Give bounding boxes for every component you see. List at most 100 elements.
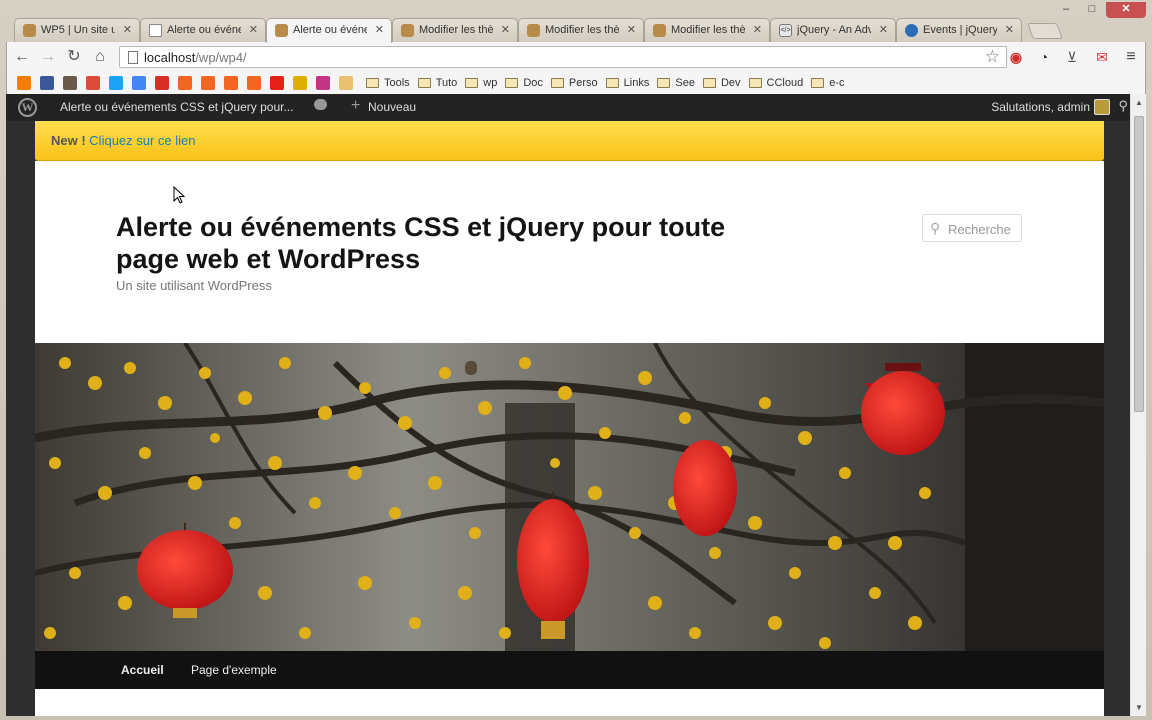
header-image bbox=[35, 343, 1104, 651]
bookmark-folder-label: Links bbox=[623, 77, 650, 89]
folder-icon bbox=[702, 78, 716, 88]
alert-bar: New ! Cliquez sur ce lien bbox=[35, 121, 1104, 161]
folder-icon bbox=[366, 78, 379, 88]
tab-label: WP5 | Un site uti bbox=[41, 24, 115, 36]
avatar[interactable] bbox=[1094, 99, 1110, 115]
close-tab-icon[interactable]: ✕ bbox=[627, 23, 636, 36]
rss-icon[interactable] bbox=[201, 76, 215, 90]
browser-tab[interactable]: Alerte ou événe ✕ bbox=[140, 18, 266, 42]
nav-item-accueil[interactable]: Accueil bbox=[121, 663, 164, 677]
google-plus-icon[interactable] bbox=[86, 76, 100, 90]
page-scrollbar[interactable]: ▲ ▼ bbox=[1130, 94, 1146, 716]
admin-bar-greeting[interactable]: Salutations, admin bbox=[991, 100, 1090, 114]
scroll-down-icon[interactable]: ▼ bbox=[1135, 703, 1143, 712]
bookmark-folder[interactable]: Perso bbox=[550, 77, 598, 89]
download-extension-icon[interactable]: ⊻ bbox=[1063, 48, 1081, 66]
main-navigation: Accueil Page d'exemple bbox=[35, 651, 1104, 689]
code-favicon-icon: </> bbox=[779, 24, 792, 37]
browser-tab[interactable]: WP5 | Un site uti ✕ bbox=[14, 18, 140, 42]
browser-tab[interactable]: Modifier les thè ✕ bbox=[518, 18, 644, 42]
close-tab-icon[interactable]: ✕ bbox=[753, 23, 762, 36]
close-window-button[interactable]: ✕ bbox=[1106, 2, 1146, 18]
bookmark-folder-label: Perso bbox=[568, 77, 598, 89]
browser-tab[interactable]: Events | jQuery ✕ bbox=[896, 18, 1022, 42]
alert-new-label: New ! bbox=[51, 133, 86, 148]
gmail-icon[interactable] bbox=[155, 76, 169, 90]
browser-tab[interactable]: Modifier les thè ✕ bbox=[644, 18, 770, 42]
translate-extension-icon[interactable]: ✉ bbox=[1093, 48, 1111, 66]
bookmark-folder-label: Tools bbox=[384, 77, 410, 89]
mouse-cursor-icon bbox=[173, 186, 185, 204]
wp-admin-bar: W Alerte ou événements CSS et jQuery pou… bbox=[6, 94, 1130, 121]
blogger-icon[interactable] bbox=[17, 76, 31, 90]
search-input[interactable]: ⚲ Recherche bbox=[922, 214, 1022, 242]
google-icon[interactable] bbox=[132, 76, 146, 90]
facebook-icon[interactable] bbox=[40, 76, 54, 90]
menu-icon[interactable]: ≡ bbox=[1122, 48, 1140, 66]
scroll-up-icon[interactable]: ▲ bbox=[1135, 98, 1143, 107]
new-tab-button[interactable] bbox=[1027, 23, 1063, 39]
wordpress-favicon-icon bbox=[275, 24, 288, 37]
youtube-icon[interactable] bbox=[270, 76, 284, 90]
back-arrow-icon[interactable]: ← bbox=[13, 48, 31, 66]
close-tab-icon[interactable]: ✕ bbox=[501, 23, 510, 36]
site-title[interactable]: Alerte ou événements CSS et jQuery pour … bbox=[116, 211, 756, 275]
sync-extension-icon[interactable]: ◔ bbox=[1035, 48, 1053, 66]
bookmark-folder[interactable]: CCloud bbox=[748, 77, 804, 89]
instagram-icon[interactable] bbox=[316, 76, 330, 90]
folder-icon bbox=[811, 78, 825, 88]
close-tab-icon[interactable]: ✕ bbox=[375, 23, 384, 36]
opera-extension-icon[interactable]: ◉ bbox=[1007, 48, 1025, 66]
camera-icon[interactable] bbox=[63, 76, 77, 90]
bookmark-folder[interactable]: See bbox=[657, 77, 695, 89]
bookmark-folder[interactable]: Tools bbox=[366, 77, 410, 89]
browser-tab[interactable]: </> jQuery - An Adv ✕ bbox=[770, 18, 896, 42]
bookmark-folder[interactable]: Links bbox=[605, 77, 650, 89]
close-tab-icon[interactable]: ✕ bbox=[879, 23, 888, 36]
folder-icon bbox=[748, 78, 762, 88]
search-icon[interactable]: ⚲ bbox=[1118, 98, 1128, 114]
admin-bar-new[interactable]: Nouveau bbox=[368, 100, 416, 114]
award-icon[interactable] bbox=[293, 76, 307, 90]
nav-item-page-exemple[interactable]: Page d'exemple bbox=[191, 663, 277, 677]
alert-link[interactable]: Cliquez sur ce lien bbox=[89, 133, 195, 148]
folder-icon bbox=[465, 78, 479, 88]
bookmark-folder[interactable]: Tuto bbox=[417, 77, 457, 89]
close-tab-icon[interactable]: ✕ bbox=[123, 23, 132, 36]
home-icon[interactable]: ⌂ bbox=[91, 48, 109, 66]
bookmark-folder-label: Dev bbox=[720, 77, 741, 89]
blossom-lantern-photo bbox=[35, 343, 1104, 651]
bookmark-folder[interactable]: e-c bbox=[811, 77, 844, 89]
pam-icon[interactable] bbox=[339, 76, 353, 90]
maximize-button[interactable]: □ bbox=[1080, 2, 1104, 18]
rss-icon[interactable] bbox=[178, 76, 192, 90]
bookmark-folder[interactable]: Doc bbox=[505, 77, 543, 89]
wordpress-logo-icon[interactable]: W bbox=[18, 98, 37, 117]
reload-icon[interactable]: ↻ bbox=[65, 48, 83, 66]
tab-label: jQuery - An Adv bbox=[797, 24, 871, 36]
close-tab-icon[interactable]: ✕ bbox=[249, 23, 258, 36]
twitter-icon[interactable] bbox=[109, 76, 123, 90]
forward-arrow-icon[interactable]: → bbox=[39, 48, 57, 66]
comments-icon[interactable] bbox=[314, 99, 327, 110]
scrollbar-thumb[interactable] bbox=[1134, 116, 1144, 412]
bookmark-folder-label: CCloud bbox=[766, 77, 804, 89]
plus-icon[interactable]: + bbox=[351, 97, 360, 115]
browser-tab-active[interactable]: Alerte ou événe ✕ bbox=[266, 18, 392, 43]
tab-label: Alerte ou événe bbox=[167, 24, 241, 36]
bookmark-star-icon[interactable]: ☆ bbox=[985, 47, 1000, 67]
browser-tab[interactable]: Modifier les thè ✕ bbox=[392, 18, 518, 42]
rss-icon[interactable] bbox=[224, 76, 238, 90]
rss-icon[interactable] bbox=[247, 76, 261, 90]
page-favicon-icon bbox=[149, 24, 162, 37]
bookmark-folder-label: wp bbox=[483, 77, 498, 89]
bookmark-folder[interactable]: Dev bbox=[702, 77, 741, 89]
address-bar[interactable]: localhost/wp/wp4/ ☆ bbox=[119, 46, 1007, 68]
minimize-button[interactable]: – bbox=[1054, 2, 1078, 18]
tab-strip: WP5 | Un site uti ✕ Alerte ou événe ✕ Al… bbox=[14, 18, 1063, 43]
browser-toolbar: ← → ↻ ⌂ localhost/wp/wp4/ ☆ ◉ ◔ ⊻ ✉ ≡ bbox=[6, 42, 1146, 72]
close-tab-icon[interactable]: ✕ bbox=[1005, 23, 1014, 36]
admin-bar-site-name[interactable]: Alerte ou événements CSS et jQuery pour.… bbox=[60, 100, 293, 114]
bookmark-folder[interactable]: wp bbox=[465, 77, 497, 89]
url-text[interactable]: localhost/wp/wp4/ bbox=[144, 50, 247, 65]
